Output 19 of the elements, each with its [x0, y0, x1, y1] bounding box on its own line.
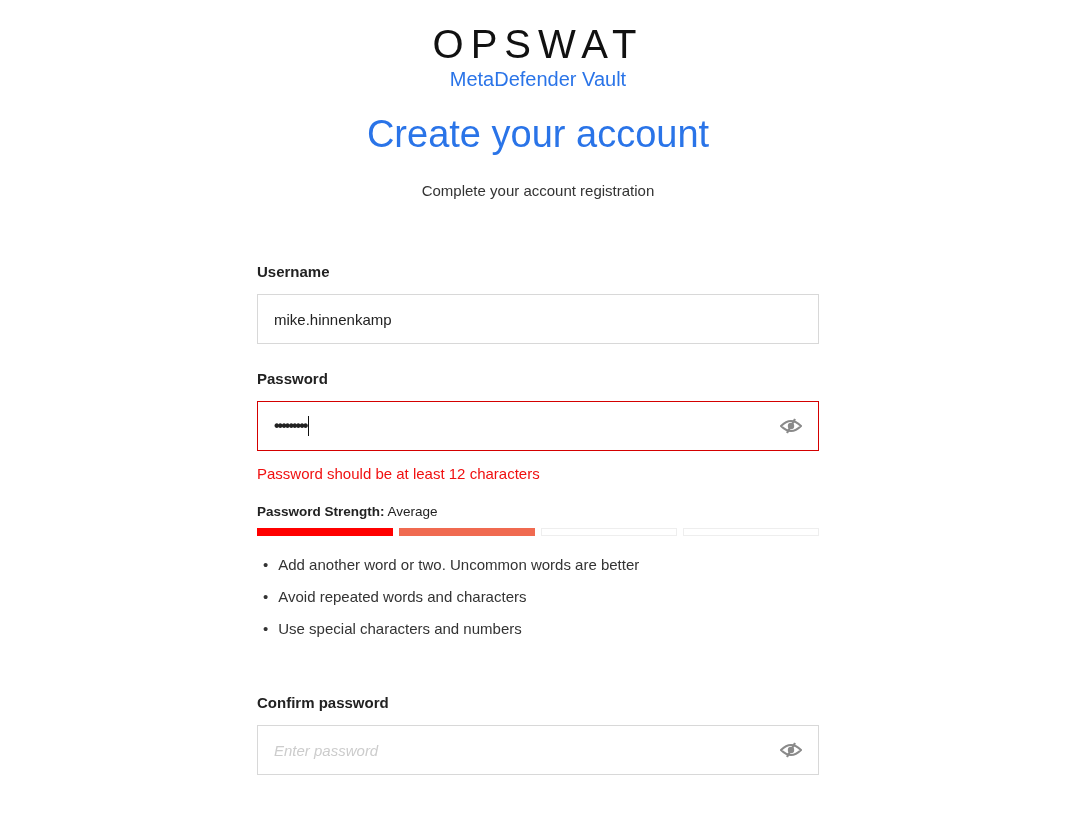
product-name: MetaDefender Vault: [449, 67, 627, 92]
hide-password-icon[interactable]: [780, 742, 802, 758]
password-tip: Use special characters and numbers: [278, 619, 522, 637]
field-label: Password: [257, 370, 329, 387]
field-label: Confirm password: [257, 694, 390, 711]
page-heading: Create your account: [366, 112, 710, 157]
bullet-mark: •: [263, 587, 269, 605]
strength-label: Password Strength: Average: [257, 504, 439, 519]
page-subtitle: Complete your account registration: [421, 182, 655, 199]
logo-wordmark: OPSWAT: [432, 22, 644, 66]
hide-password-icon[interactable]: [780, 418, 802, 434]
password-tip: Add another word or two. Uncommon words are better: [278, 555, 640, 573]
bullet-mark: •: [263, 555, 269, 573]
input-field[interactable]: mike.hinnenkamp: [257, 294, 819, 344]
password-tip: Avoid repeated words and characters: [278, 587, 527, 605]
input-field[interactable]: •••••••••: [257, 401, 819, 451]
bullet-mark: •: [263, 619, 269, 637]
error-message: Password should be at least 12 characters: [257, 465, 541, 482]
field-label: Username: [257, 263, 331, 280]
